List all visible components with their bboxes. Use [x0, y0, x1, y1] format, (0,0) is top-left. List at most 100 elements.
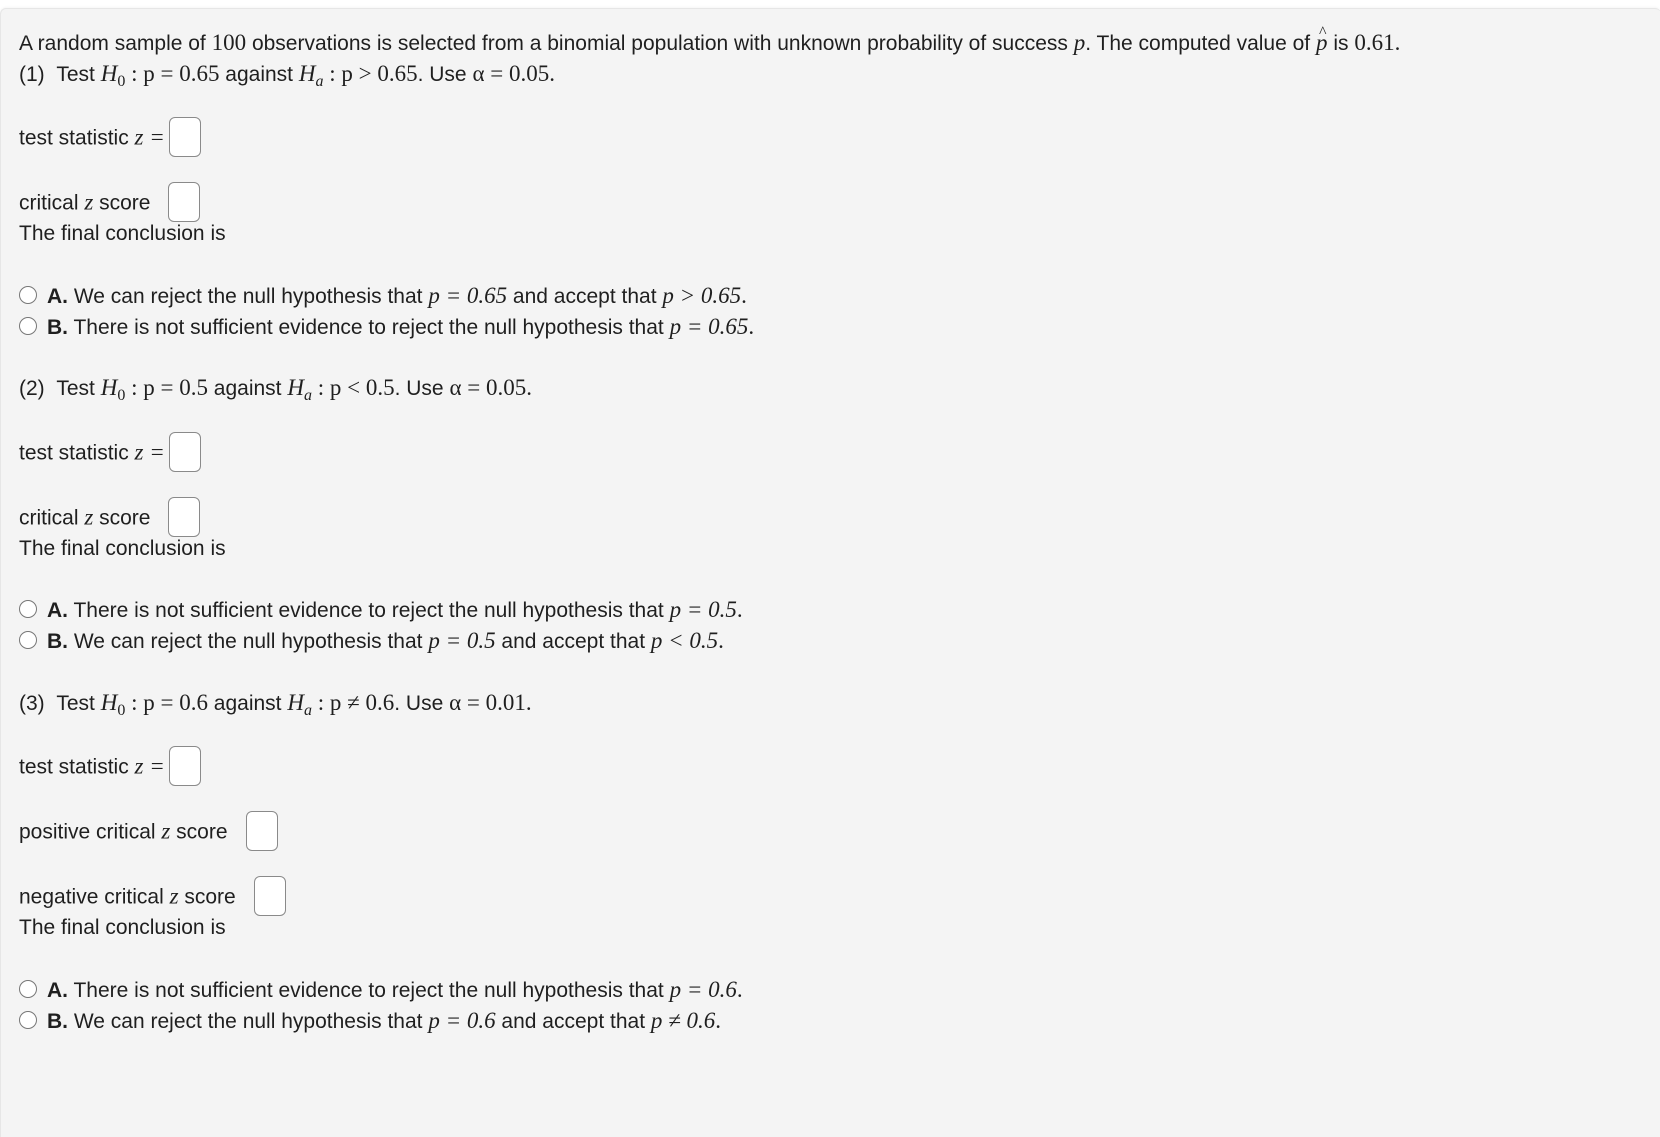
- against-word: against: [207, 377, 288, 400]
- part-number: (1): [19, 63, 45, 86]
- option-text: and accept that: [495, 630, 651, 653]
- option-math: p = 0.65: [669, 314, 749, 339]
- radio-button[interactable]: [19, 631, 37, 650]
- question-intro: A random sample of 100 observations is s…: [19, 19, 1400, 58]
- z-symbol: z: [84, 189, 94, 215]
- option-text: We can reject the null hypothesis that: [68, 630, 429, 653]
- radio-button[interactable]: [19, 317, 37, 336]
- z-symbol: z: [169, 883, 179, 909]
- radio-button[interactable]: [19, 286, 37, 305]
- ha-sub: a: [303, 702, 312, 719]
- ha-sub: a: [303, 387, 312, 404]
- radio-button[interactable]: [19, 600, 37, 619]
- part1-conclusion-label: The final conclusion is: [19, 222, 226, 245]
- negative-critical-label: negative critical: [19, 885, 170, 909]
- part3-negative-critical-row: negative critical z score: [19, 876, 286, 918]
- option-math: p < 0.5: [650, 628, 719, 653]
- part3-conclusion-label: The final conclusion is: [19, 916, 226, 939]
- option-text: We can reject the null hypothesis that: [68, 1010, 429, 1033]
- period: .: [526, 375, 532, 400]
- h0-expr: : p = 0.65: [125, 61, 220, 86]
- z-symbol: z: [84, 504, 94, 530]
- part3-negative-critical-input[interactable]: [253, 876, 286, 916]
- period: .: [549, 61, 555, 86]
- score-label: score: [93, 506, 151, 530]
- alpha-expr: α = 0.05: [472, 61, 550, 86]
- option-text: There is not sufficient evidence to reje…: [68, 599, 670, 622]
- ha-label: H: [298, 61, 316, 86]
- part3-option-a[interactable]: A. There is not sufficient evidence to r…: [19, 976, 743, 1005]
- part1-critical-row: critical z score: [19, 182, 201, 224]
- intro-text: is: [1327, 32, 1355, 55]
- option-math: p = 0.5: [428, 628, 496, 653]
- score-label: score: [178, 885, 236, 909]
- ha-expr: : p ≠ 0.6: [311, 690, 395, 715]
- question-panel: [0, 8, 1660, 1137]
- period: .: [741, 283, 747, 308]
- part2-critical-input[interactable]: [168, 497, 201, 537]
- part3-test-statistic-input[interactable]: [168, 746, 201, 786]
- option-text: There is not sufficient evidence to reje…: [68, 979, 670, 1002]
- option-text: and accept that: [495, 1010, 651, 1033]
- part2-critical-row: critical z score: [19, 497, 201, 539]
- option-letter: B.: [47, 1010, 68, 1033]
- part1-option-b[interactable]: B. There is not sufficient evidence to r…: [19, 313, 754, 342]
- period: .: [736, 977, 743, 1002]
- period: .: [748, 314, 755, 339]
- option-letter: A.: [47, 979, 68, 1002]
- part1-option-a[interactable]: A. We can reject the null hypothesis tha…: [19, 282, 747, 311]
- part-number: (2): [19, 377, 45, 400]
- period: .: [525, 690, 532, 715]
- h0-label: H: [100, 61, 118, 86]
- h0-label: H: [100, 375, 118, 400]
- against-word: against: [219, 63, 299, 86]
- part1-critical-input[interactable]: [168, 182, 201, 222]
- alpha-expr: α = 0.05: [449, 375, 527, 400]
- part3-option-b[interactable]: B. We can reject the null hypothesis tha…: [19, 1007, 721, 1036]
- test-statistic-label: test statistic: [19, 441, 135, 465]
- ha-expr: : p > 0.65: [323, 61, 418, 86]
- option-letter: A.: [47, 285, 68, 308]
- option-math: p = 0.65: [428, 283, 508, 308]
- h0-sub: 0: [117, 702, 126, 719]
- h0-label: H: [100, 690, 118, 715]
- part1-hypothesis: (1) Test H0 : p = 0.65 against Ha : p > …: [19, 60, 555, 91]
- critical-label: critical: [19, 191, 85, 215]
- p-hat-symbol: p: [1316, 19, 1328, 57]
- z-equals: z =: [134, 439, 165, 465]
- part2-conclusion-label: The final conclusion is: [19, 537, 226, 560]
- option-math: p = 0.5: [669, 597, 737, 622]
- p-symbol: p: [1073, 30, 1086, 55]
- part1-test-statistic-input[interactable]: [168, 117, 201, 157]
- use-word: . Use: [394, 377, 450, 400]
- test-word: Test: [56, 692, 101, 715]
- h0-expr: : p = 0.5: [125, 375, 208, 400]
- period: .: [715, 1008, 721, 1033]
- ha-sub: a: [315, 73, 324, 90]
- against-word: against: [207, 692, 288, 715]
- part3-positive-critical-row: positive critical z score: [19, 811, 278, 853]
- radio-button[interactable]: [19, 980, 37, 999]
- test-word: Test: [56, 63, 101, 86]
- positive-critical-label: positive critical: [19, 820, 162, 844]
- option-math: p = 0.6: [428, 1008, 496, 1033]
- part2-option-b[interactable]: B. We can reject the null hypothesis tha…: [19, 627, 724, 656]
- part3-positive-critical-input[interactable]: [245, 811, 278, 851]
- option-text: and accept that: [507, 285, 663, 308]
- radio-button[interactable]: [19, 1011, 37, 1030]
- option-math: p > 0.65: [662, 283, 742, 308]
- ha-expr: : p < 0.5: [311, 375, 395, 400]
- part2-test-statistic-input[interactable]: [168, 432, 201, 472]
- intro-text: . The computed value of: [1085, 32, 1316, 55]
- option-letter: B.: [47, 316, 68, 339]
- test-statistic-label: test statistic: [19, 126, 135, 150]
- option-text: There is not sufficient evidence to reje…: [68, 316, 670, 339]
- period: .: [718, 628, 724, 653]
- intro-text: observations is selected from a binomial…: [246, 32, 1074, 55]
- part2-option-a[interactable]: A. There is not sufficient evidence to r…: [19, 596, 743, 625]
- option-math: p = 0.6: [669, 977, 737, 1002]
- critical-label: critical: [19, 506, 85, 530]
- part3-hypothesis: (3) Test H0 : p = 0.6 against Ha : p ≠ 0…: [19, 689, 532, 720]
- p-hat-value: 0.61: [1354, 30, 1395, 55]
- test-statistic-label: test statistic: [19, 755, 135, 779]
